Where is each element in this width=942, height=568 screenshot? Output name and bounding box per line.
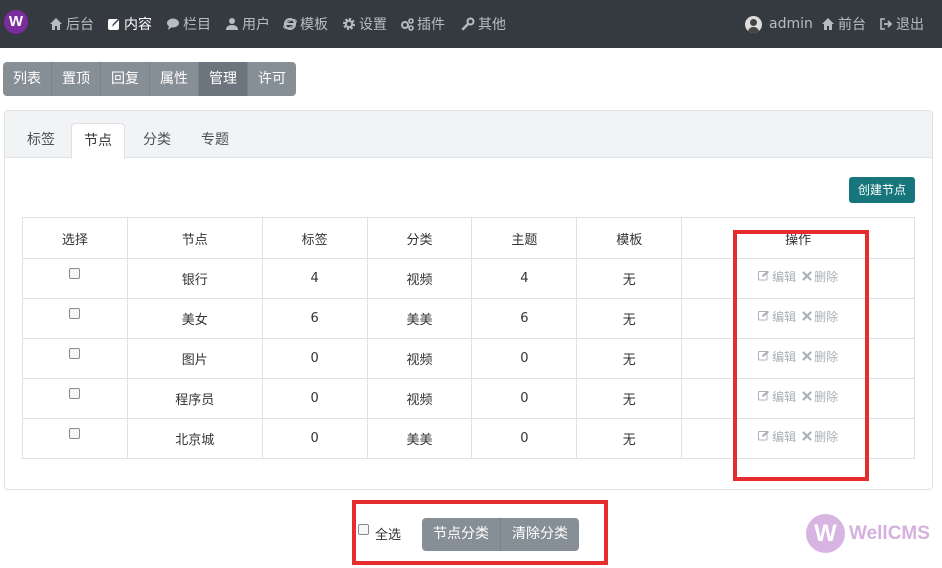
cell-topic: 6 (471, 298, 578, 339)
tab-categories[interactable]: 分类 (131, 123, 183, 159)
row-checkbox[interactable] (69, 308, 81, 319)
nav-item-label: 前台 (838, 17, 866, 33)
card-header: 标签 节点 分类 专题 (5, 111, 932, 159)
cell-node: 图片 (126, 338, 263, 379)
select-all-label: 全选 (375, 528, 402, 543)
comment-icon (167, 18, 179, 30)
col-header-category: 分类 (366, 217, 473, 259)
top-navbar: W 后台 内容 栏目 用户 模板 设置 插件 其他 admin 前台 退出 (0, 0, 942, 48)
nav-item-column[interactable]: 栏目 (166, 15, 211, 33)
cell-tag: 6 (261, 298, 368, 339)
col-header-tag: 标签 (261, 217, 368, 259)
nav-item-logout[interactable]: 退出 (879, 15, 924, 33)
cell-tag: 0 (261, 338, 368, 379)
nav-item-other[interactable]: 其他 (461, 15, 506, 33)
subtab-attribute[interactable]: 属性 (150, 62, 199, 96)
nav-item-label: 用户 (242, 17, 270, 33)
cell-tag: 0 (261, 418, 368, 459)
cell-node: 银行 (126, 258, 263, 299)
cell-template: 无 (576, 378, 683, 419)
nav-item-label: 模板 (300, 17, 328, 33)
cell-category: 视频 (366, 378, 473, 419)
wrench-icon (461, 17, 475, 31)
user-icon (226, 18, 238, 30)
edit-icon (108, 19, 119, 30)
col-header-topic: 主题 (471, 217, 578, 259)
cell-select (22, 378, 128, 419)
cell-select (22, 298, 128, 339)
cell-node: 程序员 (126, 378, 263, 419)
nav-item-plugins[interactable]: 插件 (400, 15, 445, 33)
col-header-select: 选择 (22, 217, 128, 259)
cell-select (22, 338, 128, 379)
gears-icon (401, 18, 414, 31)
tab-nodes[interactable]: 节点 (71, 123, 125, 159)
nav-user-admin[interactable]: admin (745, 15, 813, 33)
cell-category: 视频 (366, 258, 473, 299)
cell-template: 无 (576, 258, 683, 299)
sign-out-icon (880, 18, 893, 30)
cell-template: 无 (576, 298, 683, 339)
create-node-button[interactable]: 创建节点 (849, 177, 915, 203)
wellcms-watermark: W WellCMS (806, 514, 930, 553)
home-icon (50, 18, 62, 30)
nav-item-user[interactable]: 用户 (225, 15, 270, 33)
avatar-icon (745, 15, 762, 33)
col-header-template: 模板 (576, 217, 683, 259)
highlight-box-actions (733, 230, 869, 481)
nav-item-backend[interactable]: 后台 (49, 15, 94, 33)
cell-tag: 4 (261, 258, 368, 299)
content-subtabs: 列表 置顶 回复 属性 管理 许可 (3, 62, 296, 96)
nav-item-label: 其他 (478, 17, 506, 33)
row-checkbox[interactable] (69, 268, 81, 279)
nav-item-label: 设置 (359, 17, 387, 33)
cell-template: 无 (576, 418, 683, 459)
subtab-reply[interactable]: 回复 (101, 62, 150, 96)
row-checkbox[interactable] (69, 348, 81, 359)
cell-template: 无 (576, 338, 683, 379)
row-checkbox[interactable] (69, 388, 81, 399)
nav-item-label: 内容 (124, 17, 152, 33)
nav-item-label: 插件 (417, 17, 445, 33)
gear-icon (343, 18, 355, 30)
cell-select (22, 258, 128, 299)
ie-icon (283, 18, 297, 30)
watermark-text: WellCMS (849, 522, 930, 544)
cell-node: 北京城 (126, 418, 263, 459)
nav-item-frontend[interactable]: 前台 (821, 15, 866, 33)
cell-tag: 0 (261, 378, 368, 419)
subtab-list[interactable]: 列表 (3, 62, 52, 96)
nav-item-settings[interactable]: 设置 (342, 15, 387, 33)
nav-item-label: 栏目 (183, 17, 211, 33)
col-header-node: 节点 (126, 217, 263, 259)
brand-logo[interactable]: W (4, 10, 28, 34)
nav-item-template[interactable]: 模板 (283, 15, 328, 33)
bottom-button-group: 节点分类 清除分类 (422, 518, 579, 551)
cell-topic: 4 (471, 258, 578, 299)
cell-category: 美美 (366, 418, 473, 459)
cell-topic: 0 (471, 418, 578, 459)
tab-tags[interactable]: 标签 (15, 123, 67, 159)
nav-user-label: admin (769, 16, 813, 32)
select-all[interactable]: 全选 (358, 524, 401, 543)
row-checkbox[interactable] (69, 428, 81, 439)
watermark-logo: W (806, 514, 845, 553)
tab-topics[interactable]: 专题 (189, 123, 241, 159)
cell-topic: 0 (471, 338, 578, 379)
nav-item-label: 退出 (896, 17, 924, 33)
subtab-manage[interactable]: 管理 (199, 62, 248, 96)
cell-topic: 0 (471, 378, 578, 419)
select-all-checkbox[interactable] (358, 524, 369, 535)
clear-category-button[interactable]: 清除分类 (500, 518, 579, 551)
nav-item-label: 后台 (66, 17, 94, 33)
cell-node: 美女 (126, 298, 263, 339)
cell-category: 美美 (366, 298, 473, 339)
subtab-sticky[interactable]: 置顶 (52, 62, 101, 96)
nav-item-content[interactable]: 内容 (107, 15, 152, 33)
cell-select (22, 418, 128, 459)
home-icon (822, 18, 834, 30)
subtab-permission[interactable]: 许可 (248, 62, 296, 96)
cell-category: 视频 (366, 338, 473, 379)
node-category-button[interactable]: 节点分类 (422, 518, 500, 551)
